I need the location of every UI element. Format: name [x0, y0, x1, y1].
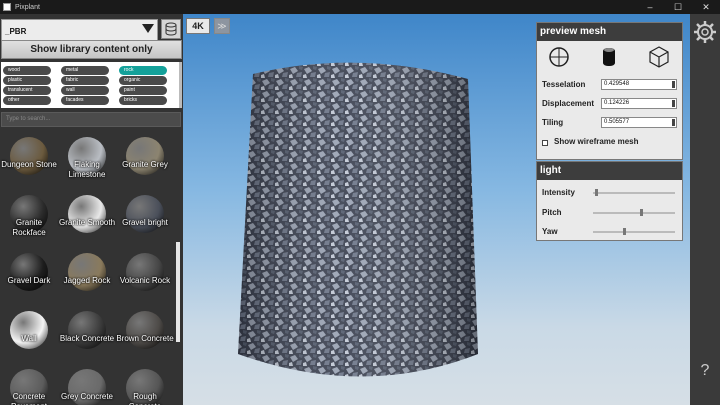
tag-wall[interactable]: wall — [61, 86, 109, 95]
library-select-value: _PBR — [5, 27, 27, 36]
right-sidebar: ? — [690, 14, 720, 405]
tag-translucent[interactable]: translucent — [3, 86, 51, 95]
displacement-input[interactable]: 0.124226 — [601, 98, 677, 109]
tag-organic[interactable]: organic — [119, 76, 167, 85]
material-name: Rough Concrete — [129, 392, 161, 405]
tag-metal[interactable]: metal — [61, 66, 109, 75]
cube-mesh-icon[interactable] — [647, 45, 671, 69]
material-item[interactable]: Jagged Rock — [58, 248, 116, 306]
material-scrollbar[interactable] — [176, 242, 180, 342]
material-name: Brown Concrete — [116, 334, 174, 343]
tag-plastic[interactable]: plastic — [3, 76, 51, 85]
chevron-down-icon — [142, 24, 154, 33]
yaw-slider[interactable] — [593, 228, 675, 235]
database-icon — [165, 22, 177, 36]
tag-scrollbar[interactable] — [179, 62, 182, 108]
material-item[interactable]: Granite Grey — [116, 132, 174, 190]
material-item[interactable]: Grey Concrete — [58, 364, 116, 405]
library-panel: _PBR Show library content only wood metal… — [0, 14, 183, 405]
material-item[interactable]: Granite Smooth — [58, 190, 116, 248]
material-name: Concrete Pavement — [11, 392, 47, 405]
tag-facades[interactable]: facades — [61, 96, 109, 105]
displacement-label: Displacement — [542, 99, 595, 108]
yaw-label: Yaw — [542, 227, 558, 236]
material-item[interactable]: Black Concrete — [58, 306, 116, 364]
tag-paint[interactable]: paint — [119, 86, 167, 95]
material-name: Granite Rockface — [12, 218, 46, 237]
intensity-slider[interactable] — [593, 189, 675, 196]
app-icon — [3, 3, 11, 11]
material-name: Grey Concrete — [60, 392, 114, 401]
material-name: Gravel bright — [122, 218, 168, 227]
tag-bricks[interactable]: bricks — [119, 96, 167, 105]
yaw-slider-thumb[interactable] — [623, 228, 627, 235]
tesselation-label: Tesselation — [542, 80, 586, 89]
tag-list: wood metal rock plastic fabric organic translu… — [1, 62, 179, 108]
material-name: Wall — [21, 334, 37, 343]
tag-rock[interactable]: rock — [119, 66, 167, 75]
forward-button[interactable]: ≫ — [214, 18, 230, 34]
light-panel: light Intensity Pitch Yaw — [536, 161, 683, 241]
material-item[interactable]: Concrete Pavement — [0, 364, 58, 405]
material-item[interactable]: Dungeon Stone — [0, 132, 58, 190]
material-name: Flaking Limestone — [68, 160, 106, 179]
material-grid: Dungeon Stone Flaking Limestone Granite Gr… — [0, 132, 175, 405]
window-title: Pixplant — [15, 3, 40, 11]
material-item[interactable]: Volcanic Rock — [116, 248, 174, 306]
tiling-input[interactable]: 0.505577 — [601, 117, 677, 128]
minimize-button[interactable]: – — [636, 0, 664, 14]
tag-fabric[interactable]: fabric — [61, 76, 109, 85]
material-name: Volcanic Rock — [119, 276, 171, 285]
preview-mesh-title: preview mesh — [537, 23, 682, 41]
pitch-slider[interactable] — [593, 209, 675, 216]
material-name: Dungeon Stone — [1, 160, 57, 169]
tag-other[interactable]: other — [3, 96, 51, 105]
close-button[interactable]: ✕ — [692, 0, 720, 14]
database-button[interactable] — [161, 19, 181, 39]
show-library-content-button[interactable]: Show library content only — [1, 40, 182, 59]
material-name: Granite Smooth — [58, 218, 116, 227]
cylinder-mesh-icon[interactable] — [597, 45, 621, 69]
wireframe-label: Show wireframe mesh — [554, 137, 639, 146]
material-name: Black Concrete — [59, 334, 115, 343]
gravel-cylinder-mesh — [238, 62, 478, 377]
window-titlebar: Pixplant – ☐ ✕ — [0, 0, 720, 14]
maximize-button[interactable]: ☐ — [664, 0, 692, 14]
material-name: Jagged Rock — [63, 276, 111, 285]
material-item[interactable]: Granite Rockface — [0, 190, 58, 248]
preview-mesh-panel: preview mesh Tesselation 0.429548 Displa… — [536, 22, 683, 160]
tiling-label: Tiling — [542, 118, 564, 127]
help-button[interactable]: ? — [690, 362, 720, 380]
material-item[interactable]: Gravel Dark — [0, 248, 58, 306]
sphere-mesh-icon[interactable] — [547, 45, 571, 69]
light-title: light — [537, 162, 682, 180]
material-item[interactable]: Gravel bright — [116, 190, 174, 248]
pitch-label: Pitch — [542, 208, 562, 217]
gear-icon[interactable] — [693, 20, 717, 44]
tesselation-input[interactable]: 0.429548 — [601, 79, 677, 90]
tag-wood[interactable]: wood — [3, 66, 51, 75]
material-name: Granite Grey — [122, 160, 168, 169]
search-input[interactable]: Type to search... — [1, 112, 181, 127]
material-item[interactable]: Wall — [0, 306, 58, 364]
pitch-slider-thumb[interactable] — [640, 209, 644, 216]
material-item[interactable]: Rough Concrete — [116, 364, 174, 405]
material-item[interactable]: Flaking Limestone — [58, 132, 116, 190]
wireframe-checkbox[interactable] — [542, 140, 548, 146]
intensity-label: Intensity — [542, 188, 575, 197]
material-item[interactable]: Brown Concrete — [116, 306, 174, 364]
intensity-slider-thumb[interactable] — [594, 189, 598, 196]
4k-button[interactable]: 4K — [186, 18, 210, 34]
material-name: Gravel Dark — [7, 276, 51, 285]
